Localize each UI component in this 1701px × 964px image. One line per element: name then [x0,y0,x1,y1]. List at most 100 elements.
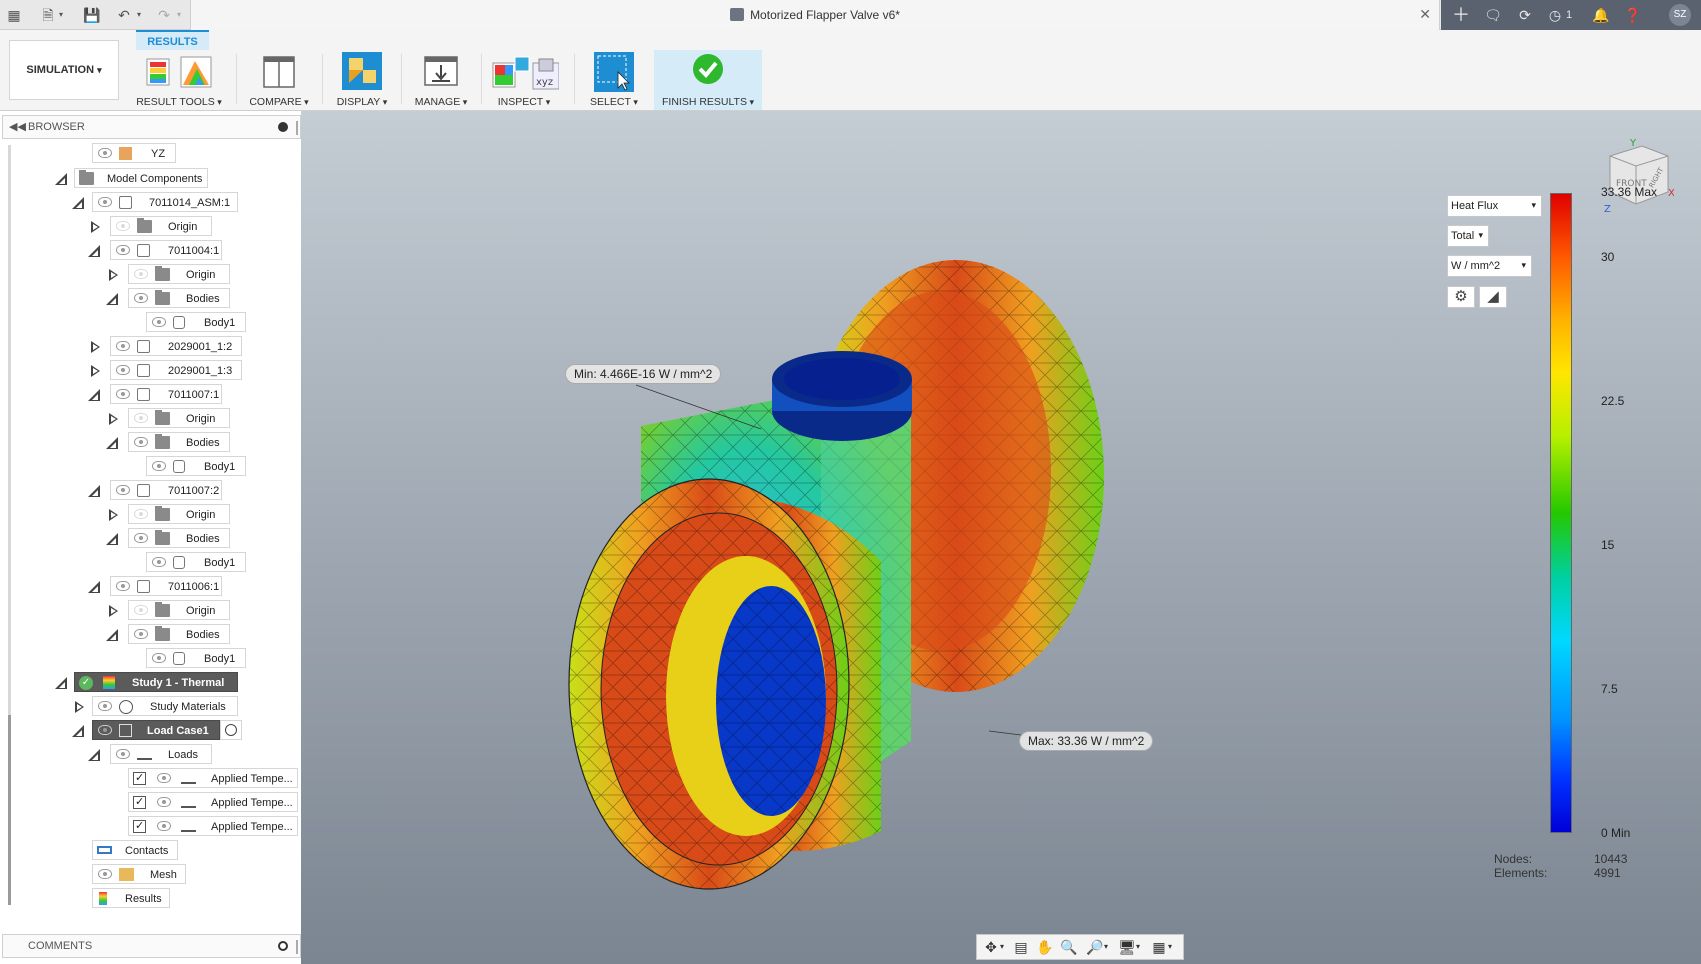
eye-icon[interactable] [157,821,171,831]
close-tab-icon[interactable]: ✕ [1419,6,1431,23]
3d-viewport[interactable] [301,111,1701,964]
expand-toggle-icon[interactable] [106,605,118,617]
display-group[interactable]: DISPLAY [330,50,394,110]
eye-icon[interactable] [134,269,148,279]
tree-item-2029001-2[interactable]: 2029001_1:2 [110,336,242,356]
eye-icon[interactable] [98,197,112,207]
expand-toggle-icon[interactable] [106,629,118,641]
min-callout[interactable]: Min: 4.466E-16 W / mm^2 [565,364,722,384]
eye-icon[interactable] [157,773,171,783]
tree-item-7011014-asm[interactable]: 7011014_ASM:1 [92,192,238,212]
expand-toggle-icon[interactable] [55,677,67,689]
eye-icon[interactable] [134,605,148,615]
display-settings-chevron-icon[interactable]: ▾ [1133,938,1143,956]
redo-chevron-icon[interactable]: ▾ [174,5,184,25]
tree-item-body1[interactable]: Body1 [146,312,246,332]
eye-icon[interactable] [116,365,130,375]
eye-icon[interactable] [134,533,148,543]
fit-chevron-icon[interactable]: ▾ [1101,938,1111,956]
new-tab-icon[interactable]: ＋ [1451,5,1471,25]
tree-item-loads[interactable]: Loads [110,744,212,764]
expand-toggle-icon[interactable] [88,341,100,353]
eye-icon[interactable] [134,293,148,303]
inspect-group[interactable]: xyz INSPECT [488,50,560,110]
tree-item-7011006[interactable]: 7011006:1 [110,576,222,596]
expand-toggle-icon[interactable] [88,245,100,257]
compare-group[interactable]: COMPARE [244,50,314,110]
eye-icon[interactable] [152,317,166,327]
eye-icon[interactable] [116,389,130,399]
undo-chevron-icon[interactable]: ▾ [134,5,144,25]
redo-icon[interactable]: ↷ [154,5,174,25]
zoom-icon[interactable]: 🔍 [1059,938,1079,956]
pan-hand-icon[interactable]: ✋ [1035,938,1055,956]
tree-scrollbar-thumb[interactable] [8,715,11,905]
eye-icon[interactable] [134,509,148,519]
select-group[interactable]: SELECT [580,50,648,110]
tree-item-yz[interactable]: YZ [92,143,176,163]
expand-toggle-icon[interactable] [88,221,100,233]
orbit-chevron-icon[interactable]: ▾ [997,938,1007,956]
legend-settings-gear-icon[interactable]: ⚙ [1447,286,1475,308]
tree-item-body1[interactable]: Body1 [146,456,246,476]
tree-item-mesh[interactable]: Mesh [92,864,186,884]
save-icon[interactable]: 💾 [82,5,102,25]
tree-item-applied-temperature[interactable]: Applied Tempe... [128,792,298,812]
tree-item-2029001-3[interactable]: 2029001_1:3 [110,360,242,380]
eye-icon[interactable] [98,701,112,711]
tree-item-origin[interactable]: Origin [128,408,230,428]
file-menu-icon[interactable]: 🗎 [38,5,58,25]
tree-item-bodies[interactable]: Bodies [128,288,230,308]
panel-grip-icon[interactable] [296,940,298,954]
expand-toggle-icon[interactable] [88,389,100,401]
eye-icon[interactable] [98,869,112,879]
result-type-select[interactable]: Heat Flux [1447,195,1542,217]
tree-item-bodies[interactable]: Bodies [128,432,230,452]
expand-toggle-icon[interactable] [106,509,118,521]
eye-icon[interactable] [157,797,171,807]
legend-triangle-icon[interactable]: ◢ [1479,286,1507,308]
add-comment-icon[interactable] [278,941,288,951]
look-at-icon[interactable]: ▤ [1011,938,1031,956]
activate-load-case-button[interactable] [220,720,242,740]
eye-icon[interactable] [152,461,166,471]
eye-icon[interactable] [152,557,166,567]
browser-header[interactable]: ◀◀ BROWSER [2,115,301,139]
avatar[interactable]: SZ [1669,4,1691,26]
notifications-icon[interactable]: 🔔 [1591,5,1611,25]
visibility-checkbox[interactable] [133,771,146,785]
expand-toggle-icon[interactable] [106,269,118,281]
expand-toggle-icon[interactable] [88,581,100,593]
tree-item-applied-temperature[interactable]: Applied Tempe... [128,768,298,788]
expand-toggle-icon[interactable] [106,293,118,305]
eye-icon[interactable] [116,245,130,255]
tree-item-body1[interactable]: Body1 [146,552,246,572]
eye-icon[interactable] [116,221,130,231]
app-grid-icon[interactable]: ▦ [4,5,24,25]
max-callout[interactable]: Max: 33.36 W / mm^2 [1019,731,1154,751]
finish-results-group[interactable]: FINISH RESULTS [654,50,762,110]
tree-item-model-components[interactable]: Model Components [74,168,208,188]
tree-item-bodies[interactable]: Bodies [128,624,230,644]
tree-item-results[interactable]: Results [92,888,170,908]
eye-icon[interactable] [98,725,112,735]
undo-icon[interactable]: ↶ [114,5,134,25]
expand-toggle-icon[interactable] [106,437,118,449]
eye-icon[interactable] [134,413,148,423]
units-select[interactable]: W / mm^2 [1447,255,1532,277]
expand-toggle-icon[interactable] [88,365,100,377]
minimize-icon[interactable] [278,122,288,132]
workspace-switcher[interactable]: SIMULATION ▾ [9,40,119,100]
component-select[interactable]: Total [1447,225,1489,247]
expand-toggle-icon[interactable] [72,725,84,737]
panel-grip-icon[interactable] [296,121,298,135]
tree-item-7011004[interactable]: 7011004:1 [110,240,222,260]
tree-item-load-case[interactable]: Load Case1 [92,720,220,740]
file-menu-chevron-icon[interactable]: ▾ [56,5,66,25]
expand-toggle-icon[interactable] [72,701,84,713]
job-status-icon[interactable]: ◷ [1545,5,1565,25]
tree-item-7011007-1[interactable]: 7011007:1 [110,384,222,404]
eye-icon[interactable] [116,749,130,759]
tree-item-bodies[interactable]: Bodies [128,528,230,548]
tree-item-study-materials[interactable]: Study Materials [92,696,238,716]
